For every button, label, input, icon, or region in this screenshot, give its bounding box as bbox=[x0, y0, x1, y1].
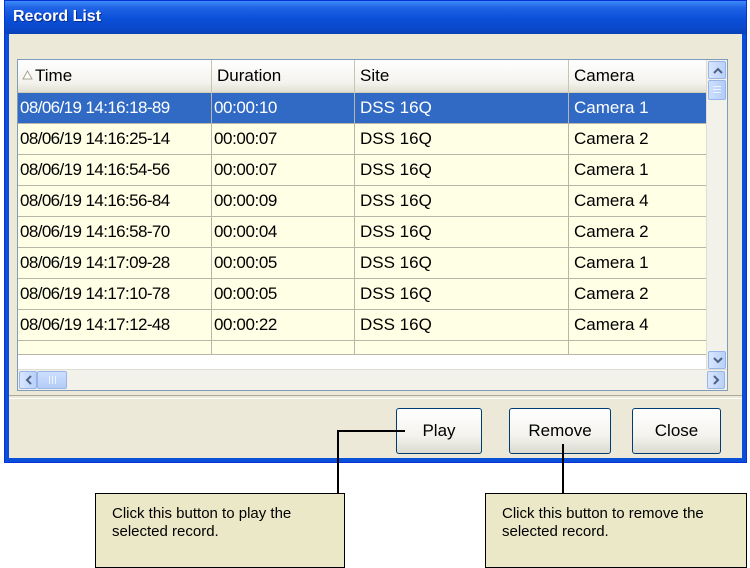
table-row[interactable]: 08/06/19 14:17:12-48 00:00:22 DSS 16Q Ca… bbox=[18, 310, 708, 341]
cell-site: DSS 16Q bbox=[355, 155, 569, 185]
play-button[interactable]: Play bbox=[396, 408, 482, 454]
cell-camera: Camera 2 bbox=[574, 284, 649, 303]
window-title: Record List bbox=[13, 8, 102, 25]
column-header-site[interactable]: Site bbox=[355, 60, 569, 92]
cell-camera bbox=[569, 341, 708, 355]
cell-site: DSS 16Q bbox=[355, 248, 569, 278]
cell-site: DSS 16Q bbox=[355, 186, 569, 216]
table-row[interactable]: 08/06/19 14:16:58-70 00:00:04 DSS 16Q Ca… bbox=[18, 217, 708, 248]
vertical-scroll-thumb[interactable] bbox=[708, 80, 726, 100]
cell-time: 08/06/19 14:16:18-89 bbox=[18, 93, 212, 123]
horizontal-scroll-thumb[interactable] bbox=[37, 371, 67, 389]
scroll-up-button[interactable] bbox=[708, 61, 726, 79]
cell-time: 08/06/19 14:17:12-48 bbox=[18, 310, 212, 340]
cell-duration: 00:00:05 bbox=[212, 279, 355, 309]
list-header: Time Duration Site Camera bbox=[18, 60, 708, 93]
cell-time bbox=[18, 341, 212, 355]
cell-camera: Camera 1 bbox=[574, 98, 649, 117]
remove-callout-line bbox=[562, 444, 564, 493]
remove-button[interactable]: Remove bbox=[509, 408, 611, 454]
cell-duration: 00:00:07 bbox=[212, 124, 355, 154]
scroll-up-arrow-icon bbox=[713, 67, 723, 74]
column-header-camera[interactable]: Camera bbox=[569, 60, 708, 92]
scroll-down-arrow-icon bbox=[713, 357, 723, 364]
play-callout: Click this button to play the selected r… bbox=[95, 493, 345, 568]
cell-camera: Camera 2 bbox=[574, 222, 649, 241]
cell-site: DSS 16Q bbox=[355, 279, 569, 309]
cell-duration: 00:00:04 bbox=[212, 217, 355, 247]
title-bar[interactable]: Record List bbox=[5, 1, 746, 34]
cell-camera: Camera 4 bbox=[574, 191, 649, 210]
scroll-left-button[interactable] bbox=[19, 371, 37, 389]
play-callout-line bbox=[337, 430, 339, 493]
column-header-label: Camera bbox=[574, 66, 635, 85]
cell-site: DSS 16Q bbox=[355, 217, 569, 247]
horizontal-scrollbar[interactable] bbox=[18, 369, 727, 390]
column-header-label: Site bbox=[360, 66, 390, 85]
column-header-duration[interactable]: Duration bbox=[212, 60, 355, 92]
cell-duration: 00:00:10 bbox=[212, 93, 355, 123]
record-list-window: Record List Time Duration Site Camera 08… bbox=[4, 0, 747, 463]
cell-time: 08/06/19 14:17:09-28 bbox=[18, 248, 212, 278]
play-callout-line bbox=[337, 430, 405, 432]
scroll-right-arrow-icon bbox=[713, 375, 720, 385]
table-row-partial[interactable] bbox=[18, 341, 708, 355]
close-button[interactable]: Close bbox=[632, 408, 721, 454]
cell-site: DSS 16Q bbox=[355, 124, 569, 154]
cell-time: 08/06/19 14:16:56-84 bbox=[18, 186, 212, 216]
table-row[interactable]: 08/06/19 14:16:18-89 00:00:10 DSS 16Q Ca… bbox=[18, 93, 708, 124]
divider bbox=[9, 395, 742, 399]
cell-camera: Camera 4 bbox=[574, 315, 649, 334]
vertical-scrollbar[interactable] bbox=[706, 60, 727, 371]
cell-time: 08/06/19 14:16:58-70 bbox=[18, 217, 212, 247]
record-list-view[interactable]: Time Duration Site Camera 08/06/19 14:16… bbox=[17, 59, 728, 391]
cell-duration: 00:00:05 bbox=[212, 248, 355, 278]
cell-camera: Camera 1 bbox=[574, 253, 649, 272]
window-frame-bottom bbox=[5, 458, 746, 462]
cell-duration: 00:00:07 bbox=[212, 155, 355, 185]
cell-time: 08/06/19 14:17:10-78 bbox=[18, 279, 212, 309]
table-row[interactable]: 08/06/19 14:17:09-28 00:00:05 DSS 16Q Ca… bbox=[18, 248, 708, 279]
sort-ascending-icon bbox=[22, 70, 33, 80]
column-header-label: Duration bbox=[217, 66, 282, 85]
table-row[interactable]: 08/06/19 14:17:10-78 00:00:05 DSS 16Q Ca… bbox=[18, 279, 708, 310]
cell-camera: Camera 2 bbox=[574, 129, 649, 148]
cell-time: 08/06/19 14:16:54-56 bbox=[18, 155, 212, 185]
table-row[interactable]: 08/06/19 14:16:25-14 00:00:07 DSS 16Q Ca… bbox=[18, 124, 708, 155]
cell-camera: Camera 1 bbox=[574, 160, 649, 179]
cell-site: DSS 16Q bbox=[355, 93, 569, 123]
scroll-right-button[interactable] bbox=[707, 371, 725, 389]
cell-duration bbox=[212, 341, 355, 355]
cell-site: DSS 16Q bbox=[355, 310, 569, 340]
window-frame-right bbox=[742, 34, 746, 462]
scroll-left-arrow-icon bbox=[25, 375, 32, 385]
table-row[interactable]: 08/06/19 14:16:56-84 00:00:09 DSS 16Q Ca… bbox=[18, 186, 708, 217]
column-header-label: Time bbox=[35, 66, 73, 85]
table-row[interactable]: 08/06/19 14:16:54-56 00:00:07 DSS 16Q Ca… bbox=[18, 155, 708, 186]
cell-duration: 00:00:22 bbox=[212, 310, 355, 340]
scroll-down-button[interactable] bbox=[708, 351, 726, 369]
record-rows: 08/06/19 14:16:18-89 00:00:10 DSS 16Q Ca… bbox=[18, 93, 708, 355]
column-header-time[interactable]: Time bbox=[18, 60, 212, 92]
remove-callout: Click this button to remove the selected… bbox=[485, 493, 747, 568]
cell-duration: 00:00:09 bbox=[212, 186, 355, 216]
cell-time: 08/06/19 14:16:25-14 bbox=[18, 124, 212, 154]
cell-site bbox=[355, 341, 569, 355]
